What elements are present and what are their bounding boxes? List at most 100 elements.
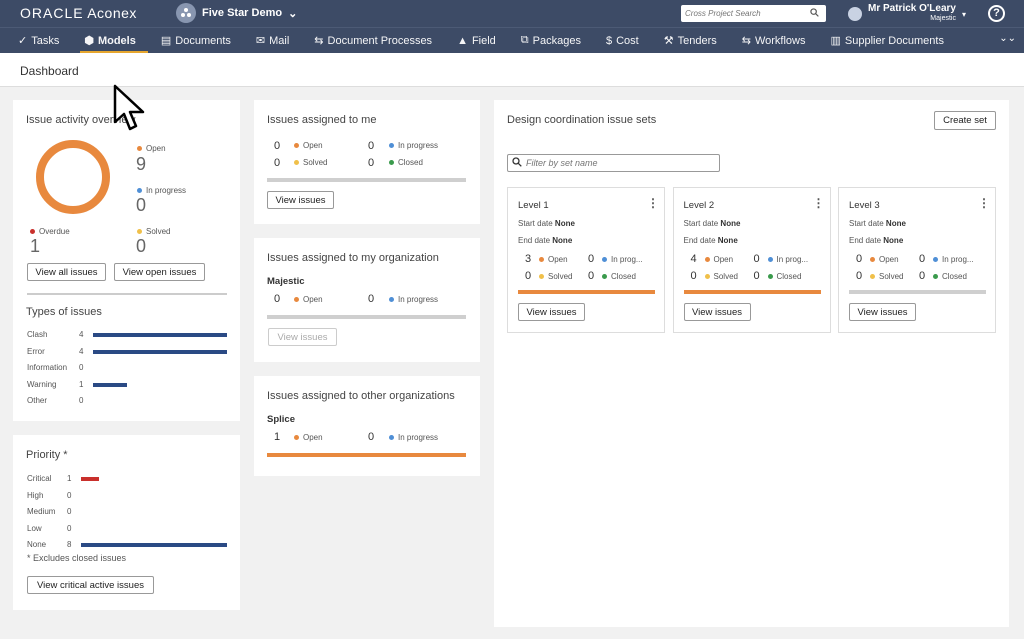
issue-set-card[interactable]: Level 2 ⋮ Start date None End date None … — [672, 187, 831, 333]
more-options-icon[interactable]: ⋮ — [647, 196, 659, 210]
view-critical-active-issues-button[interactable]: View critical active issues — [27, 576, 154, 594]
legend-open: Open — [294, 433, 323, 442]
issue-activity-card: Issue activity overview Open 9 In progre… — [13, 100, 240, 421]
priority-footnote: * Excludes closed issues — [27, 553, 127, 563]
check-icon: ✓ — [18, 35, 28, 47]
solved-count: 0 — [525, 270, 532, 282]
more-options-icon[interactable]: ⋮ — [813, 196, 825, 210]
assigned-to-organization-card: Issues assigned to my organization Majes… — [254, 238, 480, 362]
start-date: Start date None — [683, 219, 741, 228]
nav-models[interactable]: ⬢ Models — [80, 28, 148, 54]
assigned-org-inprogress-count: 0 — [368, 293, 375, 305]
assigned-other-inprogress-count: 0 — [368, 431, 375, 443]
overdue-count: 1 — [30, 236, 41, 256]
oracle-aconex-logo[interactable]: ORACLE Aconex — [20, 5, 137, 21]
workflows-icon: ⇆ — [741, 35, 751, 47]
closed-count: 0 — [753, 270, 760, 282]
filter-input[interactable] — [526, 158, 706, 168]
legend-in-progress: In progress — [389, 433, 438, 442]
legend-solved: Solved — [137, 227, 170, 236]
nav-cost[interactable]: $ Cost — [606, 28, 639, 54]
view-all-issues-button[interactable]: View all issues — [27, 263, 106, 281]
priority-count: 1 — [67, 474, 72, 483]
view-issues-button[interactable]: View issues — [849, 303, 916, 321]
solved-count: 0 — [856, 270, 863, 282]
page-title: Dashboard — [20, 64, 79, 78]
legend-in-progress: In prog... — [767, 255, 808, 264]
user-menu[interactable]: Mr Patrick O'Leary Majestic ▾ — [848, 4, 966, 24]
help-button[interactable]: ? — [988, 5, 1005, 22]
nav-more-chevron-icon[interactable]: ⌄⌄ — [999, 33, 1016, 44]
in-progress-count: 0 — [136, 195, 147, 215]
project-switcher[interactable]: Five Star Demo ⌄ — [176, 3, 297, 23]
type-label: Error — [27, 346, 45, 356]
assigned-to-me-card: Issues assigned to me 0 Open 0 In progre… — [254, 100, 480, 224]
assigned-me-solved-count: 0 — [274, 157, 281, 169]
nav-field[interactable]: ▲ Field — [457, 28, 496, 54]
type-bar — [93, 333, 227, 337]
legend-closed: Closed — [767, 272, 801, 281]
legend-overdue: Overdue — [30, 227, 70, 236]
priority-label: Low — [27, 523, 42, 533]
type-count: 1 — [79, 379, 84, 389]
view-issues-button-disabled[interactable]: View issues — [268, 328, 337, 346]
closed-count: 0 — [588, 270, 595, 282]
nav-workflows[interactable]: ⇆ Workflows — [742, 28, 806, 54]
cube-icon: ⬢ — [84, 35, 94, 47]
cross-project-search[interactable] — [681, 5, 826, 22]
nav-documents[interactable]: ▤ Documents — [161, 28, 231, 54]
view-open-issues-button[interactable]: View open issues — [114, 263, 205, 281]
legend-open: Open — [539, 255, 568, 264]
assigned-to-me-title: Issues assigned to me — [267, 114, 377, 126]
nav-supplier-documents[interactable]: ▥ Supplier Documents — [830, 28, 943, 54]
legend-closed: Closed — [602, 272, 636, 281]
divider — [27, 293, 227, 295]
nav-packages[interactable]: ⧉ Packages — [521, 28, 581, 54]
types-of-issues-title: Types of issues — [26, 306, 102, 318]
nav-mail[interactable]: ✉ Mail — [256, 28, 289, 54]
priority-bar — [81, 477, 99, 481]
issue-set-name: Level 1 — [518, 200, 549, 211]
view-issues-button[interactable]: View issues — [518, 303, 585, 321]
priority-count: 0 — [67, 490, 72, 500]
end-date: End date None — [849, 236, 904, 245]
design-coordination-title: Design coordination issue sets — [507, 114, 657, 126]
open-count: 3 — [525, 253, 532, 265]
view-issues-button[interactable]: View issues — [683, 303, 751, 321]
priority-count: 0 — [67, 507, 72, 516]
legend-solved: Solved — [539, 272, 572, 281]
issue-set-card[interactable]: Level 3 ⋮ Start date None End date None … — [838, 187, 996, 333]
user-name: Mr Patrick O'Leary — [868, 3, 956, 14]
nav-tenders[interactable]: ⚒ Tenders — [664, 28, 717, 54]
search-icon[interactable] — [810, 7, 819, 20]
priority-label: None — [27, 540, 47, 549]
legend-open: Open — [137, 144, 166, 153]
user-organization: Majestic — [930, 15, 956, 22]
legend-open: Open — [294, 295, 323, 304]
tenders-icon: ⚒ — [663, 35, 674, 47]
legend-in-progress: In prog... — [602, 255, 643, 264]
priority-label: Critical — [27, 474, 52, 483]
design-coordination-card: Design coordination issue sets Create se… — [494, 100, 1009, 627]
priority-card: Priority * Critical 1 High 0 Medium 0 Lo… — [13, 435, 240, 610]
filter-sets-field[interactable] — [507, 154, 720, 172]
more-options-icon[interactable]: ⋮ — [978, 196, 990, 210]
issue-set-name: Level 3 — [849, 200, 880, 211]
create-set-button[interactable]: Create set — [934, 111, 996, 130]
search-input[interactable] — [685, 9, 810, 18]
priority-label: High — [27, 490, 44, 500]
type-count: 4 — [79, 330, 84, 339]
priority-count: 8 — [67, 540, 72, 549]
type-label: Warning — [27, 379, 57, 389]
priority-bar — [81, 543, 227, 547]
issue-set-card[interactable]: Level 1 ⋮ Start date None End date None … — [507, 187, 665, 333]
nav-document-processes[interactable]: ⇆ Document Processes — [314, 28, 432, 54]
issue-set-progress-bar — [683, 290, 821, 294]
nav-tasks[interactable]: ✓ Tasks — [18, 28, 59, 54]
type-label: Clash — [27, 330, 48, 339]
mouse-cursor-icon — [113, 84, 145, 131]
open-count: 4 — [690, 253, 697, 265]
view-issues-button[interactable]: View issues — [267, 191, 334, 209]
in-progress-count: 0 — [588, 253, 595, 265]
assigned-other-open-count: 1 — [274, 431, 281, 443]
